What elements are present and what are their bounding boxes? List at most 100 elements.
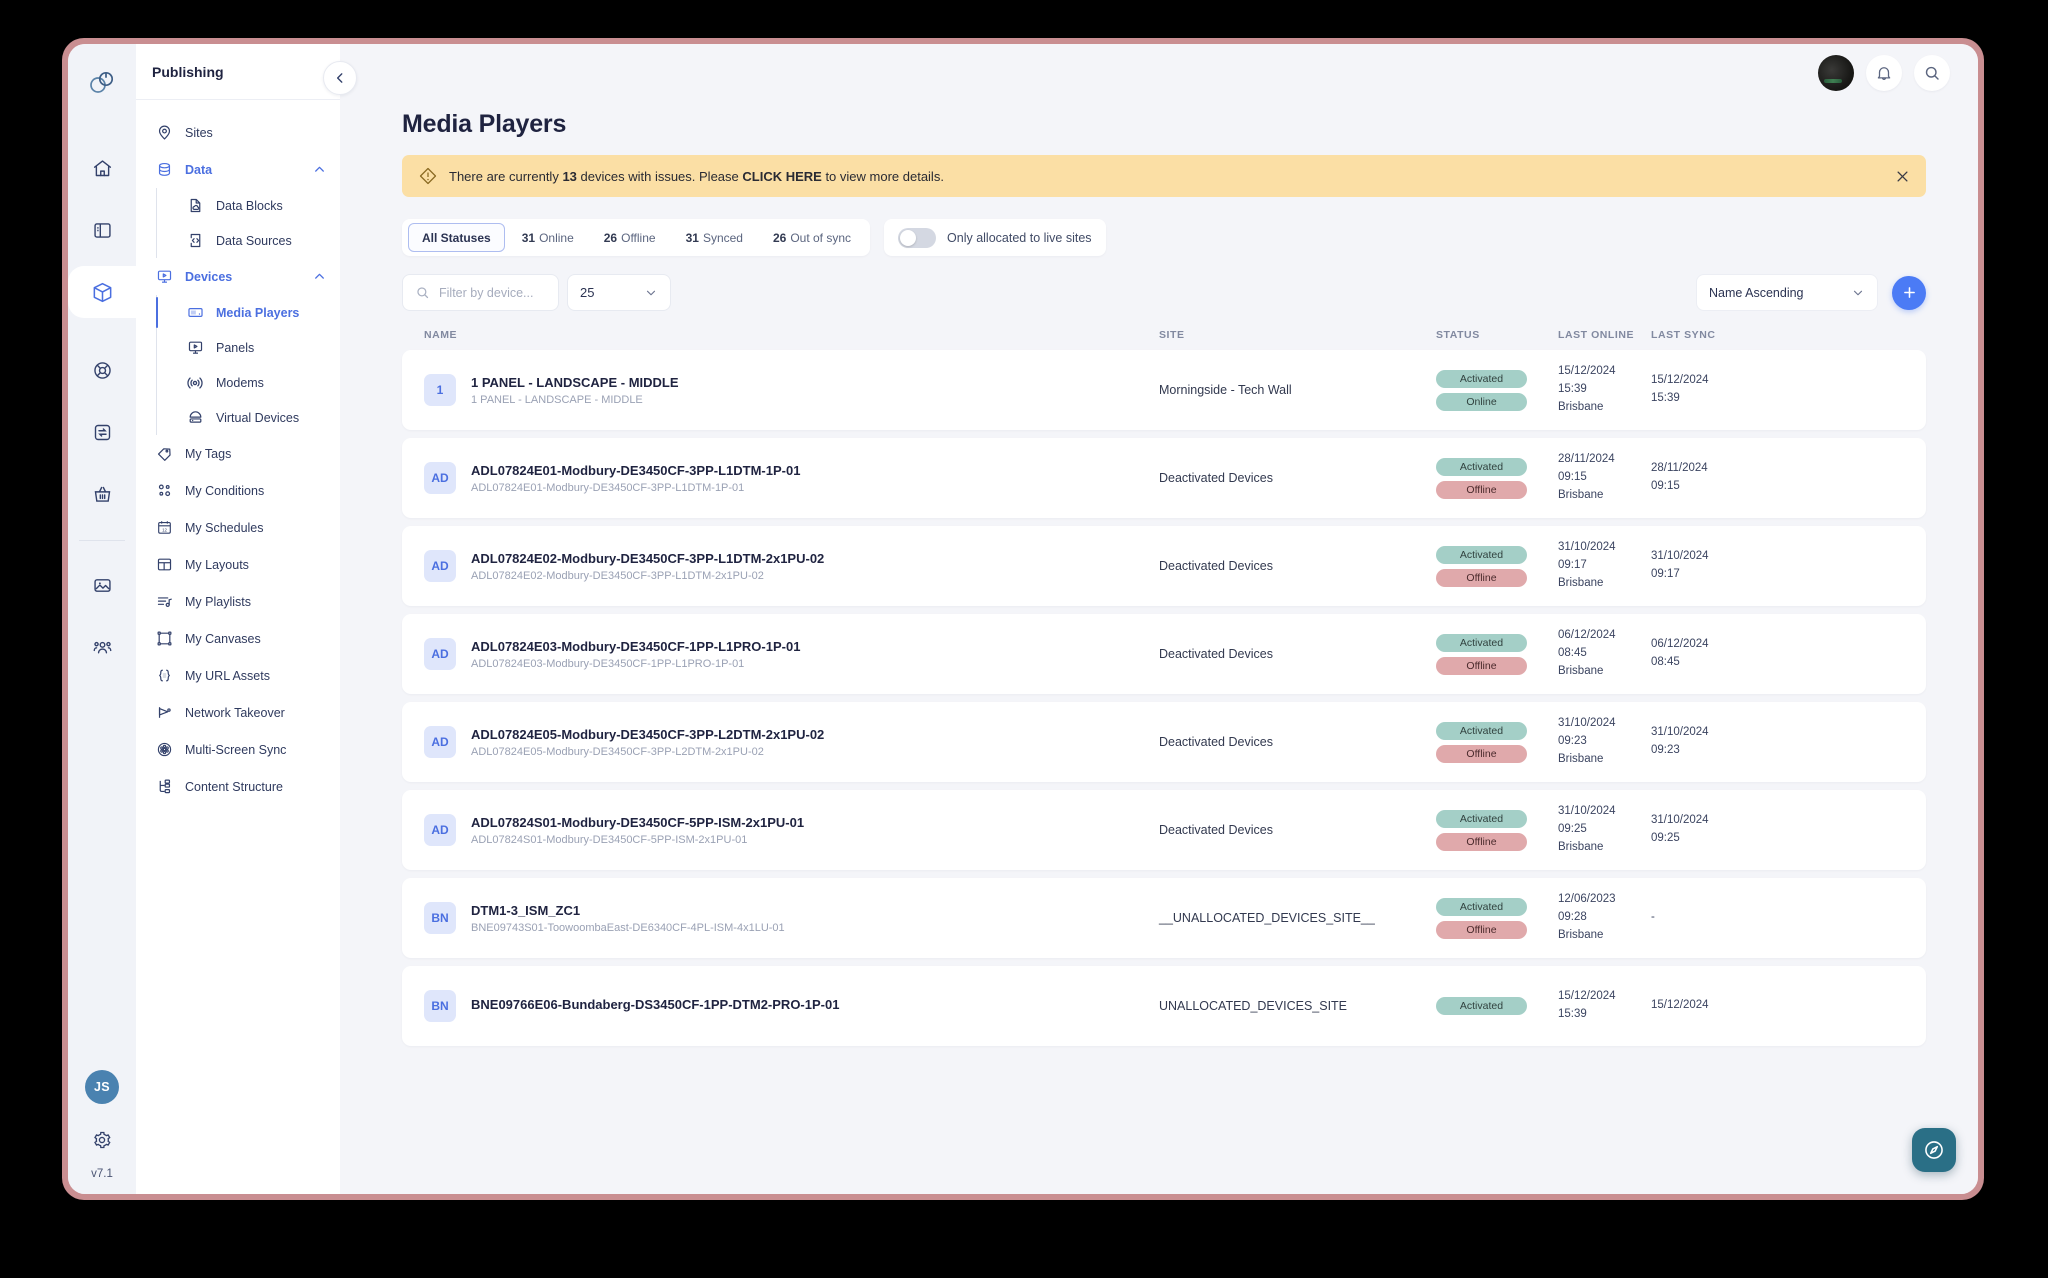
- status-tab-out-of-sync[interactable]: 26 Out of sync: [760, 223, 864, 252]
- sort-select[interactable]: Name Ascending: [1696, 274, 1878, 311]
- nav-item-my-url-assets[interactable]: My URL Assets: [136, 657, 340, 694]
- page-size-select[interactable]: 25: [567, 274, 671, 311]
- alert-link[interactable]: CLICK HERE: [742, 169, 821, 184]
- status-tab-online[interactable]: 31 Online: [509, 223, 587, 252]
- nav-item-media-players[interactable]: Media Players: [155, 295, 340, 330]
- user-initials-avatar[interactable]: JS: [85, 1070, 119, 1104]
- nav-item-label: Panels: [216, 340, 255, 355]
- help-compass-icon[interactable]: [1912, 1128, 1956, 1172]
- last-online-date: 15/12/2024: [1558, 990, 1616, 1003]
- live-sites-toggle-container[interactable]: Only allocated to live sites: [884, 219, 1106, 256]
- last-online-timezone: Brisbane: [1558, 928, 1604, 941]
- table-row[interactable]: AD ADL07824E01-Modbury-DE3450CF-3PP-L1DT…: [402, 438, 1926, 518]
- nav-item-modems[interactable]: Modems: [185, 365, 340, 400]
- nav-item-virtual-devices[interactable]: Virtual Devices: [185, 400, 340, 435]
- avatar[interactable]: [1818, 55, 1854, 91]
- nav-item-my-layouts[interactable]: My Layouts: [136, 546, 340, 583]
- cell-name: 1 1 PANEL - LANDSCAPE - MIDDLE 1 PANEL -…: [424, 374, 1159, 406]
- status-badge: Activated: [1436, 809, 1527, 828]
- close-icon[interactable]: [1895, 169, 1910, 184]
- status-badge: Offline: [1436, 656, 1527, 675]
- nav-item-label: Media Players: [216, 305, 300, 320]
- search-input[interactable]: [439, 285, 546, 300]
- rail-item-audience[interactable]: [76, 621, 128, 673]
- table-row[interactable]: AD ADL07824S01-Modbury-DE3450CF-5PP-ISM-…: [402, 790, 1926, 870]
- nav-item-data-blocks[interactable]: Data Blocks: [185, 188, 340, 223]
- chevron-up-icon[interactable]: [313, 270, 326, 283]
- status-badge: Activated: [1436, 721, 1527, 740]
- status-tab-all[interactable]: All Statuses: [408, 223, 505, 252]
- nav-item-label: My Canvases: [185, 631, 261, 646]
- table-row[interactable]: AD ADL07824E02-Modbury-DE3450CF-3PP-L1DT…: [402, 526, 1926, 606]
- last-online-timezone: Brisbane: [1558, 400, 1604, 413]
- chevron-up-icon[interactable]: [313, 163, 326, 176]
- search-icon[interactable]: [1914, 55, 1950, 91]
- table-row[interactable]: AD ADL07824E03-Modbury-DE3450CF-1PP-L1PR…: [402, 614, 1926, 694]
- last-sync-time: 09:25: [1651, 832, 1680, 844]
- status-badge: Activated: [1436, 633, 1527, 652]
- status-badge: Activated: [1436, 545, 1527, 564]
- search-input-container[interactable]: [402, 274, 559, 311]
- nav-item-devices[interactable]: Devices: [136, 258, 340, 295]
- status-tab-count: 26: [772, 230, 787, 245]
- alert-middle: devices with issues. Please: [576, 168, 743, 184]
- nav-item-content-structure[interactable]: Content Structure: [136, 768, 340, 805]
- table-row[interactable]: BN DTM1-3_ISM_ZC1 BNE09743S01-ToowoombaE…: [402, 878, 1926, 958]
- nav-item-panels[interactable]: Panels: [185, 330, 340, 365]
- cell-status: Activated: [1436, 997, 1558, 1015]
- nav-item-my-conditions[interactable]: My Conditions: [136, 472, 340, 509]
- rail-item-layout[interactable]: [76, 204, 128, 256]
- desktop-background: JS v7.1 Publishing Sites Data Data Block…: [0, 0, 2048, 1278]
- nav-item-my-tags[interactable]: My Tags: [136, 435, 340, 472]
- nav-item-my-canvases[interactable]: My Canvases: [136, 620, 340, 657]
- layout-grid-icon: [154, 555, 174, 575]
- status-badge: Offline: [1436, 480, 1527, 499]
- nav-item-my-schedules[interactable]: 12 My Schedules: [136, 509, 340, 546]
- brand-logo-icon[interactable]: [82, 62, 122, 102]
- rail-item-basket[interactable]: [76, 468, 128, 520]
- nav-item-label: My URL Assets: [185, 668, 270, 683]
- rail-item-support[interactable]: [76, 344, 128, 396]
- table-row[interactable]: BN BNE09766E06-Bundaberg-DS3450CF-1PP-DT…: [402, 966, 1926, 1046]
- cell-name: BN BNE09766E06-Bundaberg-DS3450CF-1PP-DT…: [424, 990, 1159, 1022]
- status-tab-synced[interactable]: 31 Synced: [673, 223, 756, 252]
- status-tab-label: Offline: [621, 230, 656, 245]
- nav-item-data[interactable]: Data: [136, 151, 340, 188]
- last-sync-date: 15/12/2024: [1651, 374, 1709, 387]
- nav-item-network-takeover[interactable]: Network Takeover: [136, 694, 340, 731]
- filters-row: All Statuses 31 Online 26 Offline 31 Synced…: [402, 219, 1926, 256]
- rail-item-home[interactable]: [76, 142, 128, 194]
- collapse-sidebar-button[interactable]: [323, 61, 357, 95]
- live-sites-toggle[interactable]: [898, 227, 937, 248]
- device-initials-badge: BN: [424, 902, 456, 934]
- status-badge: Activated: [1436, 369, 1527, 388]
- status-tab-label: Out of sync: [790, 230, 852, 245]
- rail-item-publishing[interactable]: [68, 266, 136, 318]
- table-row[interactable]: 1 1 PANEL - LANDSCAPE - MIDDLE 1 PANEL -…: [402, 350, 1926, 430]
- nav-item-my-playlists[interactable]: My Playlists: [136, 583, 340, 620]
- nav-item-multi-screen-sync[interactable]: Multi-Screen Sync: [136, 731, 340, 768]
- cell-site: Deactivated Devices: [1159, 471, 1273, 485]
- column-header-status: STATUS: [1436, 329, 1480, 341]
- cell-last-sync: 31/10/2024 09:25: [1651, 812, 1904, 848]
- device-name: BNE09766E06-Bundaberg-DS3450CF-1PP-DTM2-…: [471, 996, 840, 1012]
- nav-item-label: Data: [185, 162, 213, 177]
- cell-name: BN DTM1-3_ISM_ZC1 BNE09743S01-ToowoombaE…: [424, 902, 1159, 934]
- nav-item-sites[interactable]: Sites: [136, 114, 340, 151]
- gear-icon[interactable]: [92, 1130, 112, 1150]
- rail-item-exchange[interactable]: [76, 406, 128, 458]
- top-bar: [340, 44, 1978, 102]
- table-row[interactable]: AD ADL07824E05-Modbury-DE3450CF-3PP-L2DT…: [402, 702, 1926, 782]
- rail-item-media[interactable]: [76, 559, 128, 611]
- bell-icon[interactable]: [1866, 55, 1902, 91]
- nav-item-label: My Schedules: [185, 520, 264, 535]
- table-header: NAME SITE STATUS LAST ONLINE LAST SYNC: [402, 329, 1926, 350]
- device-initials-badge: AD: [424, 550, 456, 582]
- megaphone-icon: [154, 703, 174, 723]
- last-online-time: 15:39: [1558, 1008, 1587, 1020]
- add-device-button[interactable]: [1892, 275, 1926, 310]
- rail-divider: [79, 540, 125, 541]
- nav-item-data-sources[interactable]: Data Sources: [185, 223, 340, 258]
- last-sync-time: 08:45: [1651, 656, 1680, 668]
- status-tab-offline[interactable]: 26 Offline: [591, 223, 669, 252]
